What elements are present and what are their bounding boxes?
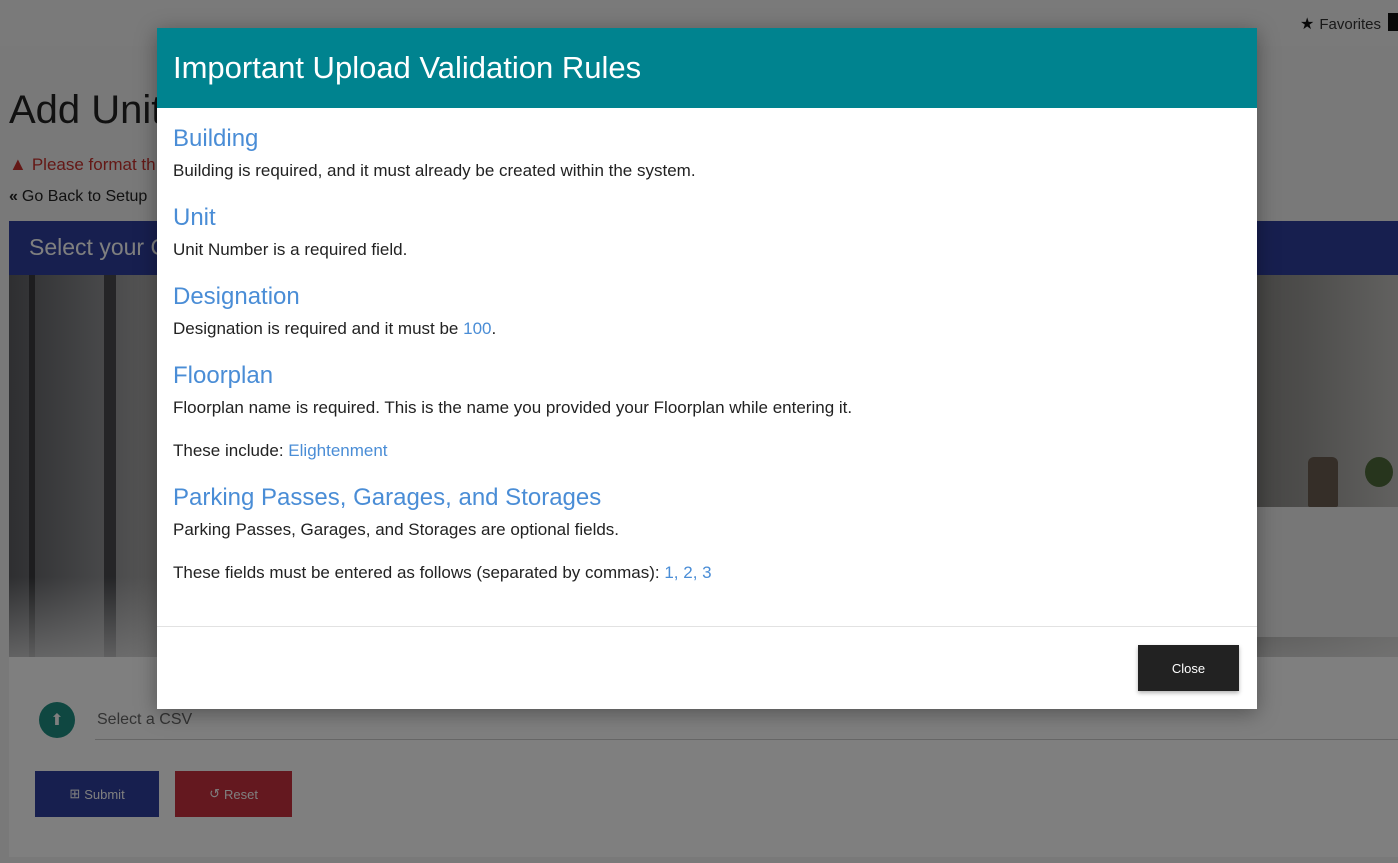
section-text-floorplan-list: These include: Elightenment (173, 440, 1241, 462)
close-button[interactable]: Close (1138, 645, 1239, 691)
section-text-parking: Parking Passes, Garages, and Storages ar… (173, 520, 620, 539)
parking-format-value: 1, 2, 3 (664, 563, 712, 582)
validation-rules-modal: Important Upload Validation Rules Buildi… (157, 28, 1257, 709)
section-text-parking-format: These fields must be entered as follows … (173, 562, 1241, 584)
designation-value: 100 (463, 319, 492, 338)
section-text-floorplan: Floorplan name is required. This is the … (173, 398, 853, 417)
floorplan-list-value: Elightenment (288, 441, 388, 460)
section-text-unit: Unit Number is a required field. (173, 240, 408, 259)
section-title-unit: Unit (173, 204, 216, 231)
modal-title: Important Upload Validation Rules (173, 50, 642, 85)
section-title-floorplan: Floorplan (173, 362, 274, 389)
section-text-building: Building is required, and it must alread… (173, 161, 696, 180)
modal-footer: Close (157, 627, 1257, 709)
section-title-parking: Parking Passes, Garages, and Storages (173, 484, 602, 511)
designation-text: Designation is required and it must be (173, 319, 464, 338)
designation-suffix: . (491, 319, 497, 338)
parking-format-prefix: These fields must be entered as follows … (173, 563, 665, 582)
modal-body: Building Building is required, and it mu… (157, 108, 1257, 627)
section-title-designation: Designation (173, 283, 300, 310)
modal-header: Important Upload Validation Rules (157, 28, 1257, 108)
section-text-designation: Designation is required and it must be 1… (173, 318, 1241, 340)
floorplan-list-prefix: These include: (173, 441, 289, 460)
section-title-building: Building (173, 125, 259, 152)
